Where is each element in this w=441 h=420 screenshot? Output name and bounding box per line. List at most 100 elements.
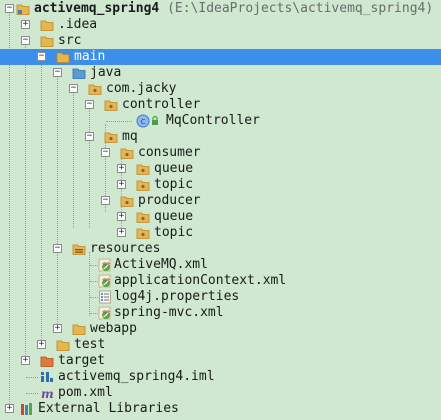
tree-row-resources[interactable]: − resources <box>0 241 441 257</box>
tree-label: test <box>74 337 106 352</box>
tree-label: spring-mvc.xml <box>114 305 224 320</box>
collapse-toggle-icon[interactable]: − <box>53 68 62 77</box>
folder-icon <box>56 340 70 351</box>
collapse-toggle-icon[interactable]: − <box>21 36 30 45</box>
tree-label: External Libraries <box>38 401 179 416</box>
folder-icon <box>56 52 70 63</box>
svg-text:<>: <> <box>102 277 110 283</box>
package-icon <box>120 196 134 207</box>
tree-label: topic <box>154 225 194 240</box>
tree-guide <box>90 313 98 314</box>
iml-file-icon <box>41 372 53 382</box>
tree-label: queue <box>154 161 194 176</box>
tree-label: activemq_spring4.iml <box>58 369 215 384</box>
expand-toggle-icon[interactable]: + <box>21 356 30 365</box>
expand-toggle-icon[interactable]: + <box>117 212 126 221</box>
properties-file-icon <box>99 290 111 304</box>
project-name: activemq_spring4 <box>34 1 160 16</box>
expand-toggle-icon[interactable]: + <box>37 340 46 349</box>
package-icon <box>136 228 150 239</box>
collapse-toggle-icon[interactable]: − <box>85 132 94 141</box>
spring-xml-icon: <> <box>98 274 111 288</box>
package-icon <box>136 180 150 191</box>
tree-label: producer <box>138 193 201 208</box>
tree-row-log4j-properties[interactable]: log4j.properties <box>0 289 441 305</box>
tree-row-com-jacky[interactable]: − com.jacky <box>0 81 441 97</box>
collapse-toggle-icon[interactable]: − <box>69 84 78 93</box>
tree-label: log4j.properties <box>114 289 240 304</box>
tree-label: applicationContext.xml <box>114 273 287 288</box>
tree-label: ActiveMQ.xml <box>114 257 208 272</box>
collapse-toggle-icon[interactable]: − <box>5 4 14 13</box>
tree-label: .idea <box>58 17 98 32</box>
collapse-toggle-icon[interactable]: − <box>101 196 110 205</box>
folder-icon <box>40 20 54 31</box>
tree-row-idea[interactable]: + .idea <box>0 17 441 33</box>
tree-row-consumer-queue[interactable]: + queue <box>0 161 441 177</box>
tree-row-controller[interactable]: − controller <box>0 97 441 113</box>
tree-row-producer[interactable]: − producer <box>0 193 441 209</box>
tree-guide <box>26 393 38 394</box>
svg-text:m: m <box>41 387 54 400</box>
tree-row-iml[interactable]: activemq_spring4.iml <box>0 369 441 385</box>
tree-label: controller <box>122 97 201 112</box>
tree-row-spring-mvc-xml[interactable]: <> spring-mvc.xml <box>0 305 441 321</box>
lock-icon <box>152 116 158 125</box>
collapse-toggle-icon[interactable]: − <box>53 244 62 253</box>
tree-row-mqcontroller[interactable]: c MqController <box>0 113 441 129</box>
expand-toggle-icon[interactable]: + <box>53 324 62 333</box>
tree-guide <box>26 377 38 378</box>
spring-xml-icon: <> <box>98 306 111 320</box>
tree-label: mq <box>122 129 138 144</box>
tree-row-consumer[interactable]: − consumer <box>0 145 441 161</box>
tree-label: consumer <box>138 145 201 160</box>
expand-toggle-icon[interactable]: + <box>21 20 30 29</box>
svg-text:<>: <> <box>102 309 110 315</box>
project-path: (E:\IdeaProjects\activemq_spring4) <box>167 1 434 16</box>
collapse-toggle-icon[interactable]: − <box>37 52 46 61</box>
maven-file-icon: m <box>41 387 54 400</box>
expand-toggle-icon[interactable]: + <box>117 164 126 173</box>
tree-row-webapp[interactable]: + webapp <box>0 321 441 337</box>
tree-row-producer-topic[interactable]: + topic <box>0 225 441 241</box>
tree-label: MqController <box>166 113 260 128</box>
tree-row-activemq-xml[interactable]: <> ActiveMQ.xml <box>0 257 441 273</box>
tree-label: src <box>58 33 82 48</box>
tree-row-producer-queue[interactable]: + queue <box>0 209 441 225</box>
libraries-icon <box>21 403 32 415</box>
expand-toggle-icon[interactable]: + <box>117 180 126 189</box>
tree-row-consumer-topic[interactable]: + topic <box>0 177 441 193</box>
package-icon <box>104 100 118 111</box>
tree-label: java <box>90 65 122 80</box>
excluded-folder-icon <box>40 356 54 367</box>
tree-row-applicationcontext-xml[interactable]: <> applicationContext.xml <box>0 273 441 289</box>
tree-row-mq[interactable]: − mq <box>0 129 441 145</box>
collapse-toggle-icon[interactable]: − <box>101 148 110 157</box>
tree-row-main[interactable]: − main <box>0 49 441 65</box>
tree-label: main <box>74 49 106 64</box>
class-icon: c <box>136 114 150 128</box>
tree-guide <box>90 297 98 298</box>
expand-toggle-icon[interactable]: + <box>5 404 14 413</box>
tree-guide <box>90 265 98 266</box>
tree-row-java[interactable]: − java <box>0 65 441 81</box>
package-icon <box>120 148 134 159</box>
tree-row-target[interactable]: + target <box>0 353 441 369</box>
tree-row-external-libraries[interactable]: + External Libraries <box>0 401 441 417</box>
tree-row-pom-xml[interactable]: m pom.xml <box>0 385 441 401</box>
source-folder-icon <box>72 68 86 79</box>
collapse-toggle-icon[interactable]: − <box>85 100 94 109</box>
tree-label: topic <box>154 177 194 192</box>
package-icon <box>104 132 118 143</box>
package-icon <box>136 212 150 223</box>
tree-label: target <box>58 353 105 368</box>
tree-row-src[interactable]: − src <box>0 33 441 49</box>
expand-toggle-icon[interactable]: + <box>117 228 126 237</box>
module-folder-icon <box>16 4 30 15</box>
tree-label: pom.xml <box>58 385 113 400</box>
folder-icon <box>72 324 86 335</box>
tree-label: queue <box>154 209 194 224</box>
tree-row-test[interactable]: + test <box>0 337 441 353</box>
tree-row-project[interactable]: − activemq_spring4 (E:\IdeaProjects\acti… <box>0 1 441 17</box>
spring-xml-icon: <> <box>98 258 111 272</box>
